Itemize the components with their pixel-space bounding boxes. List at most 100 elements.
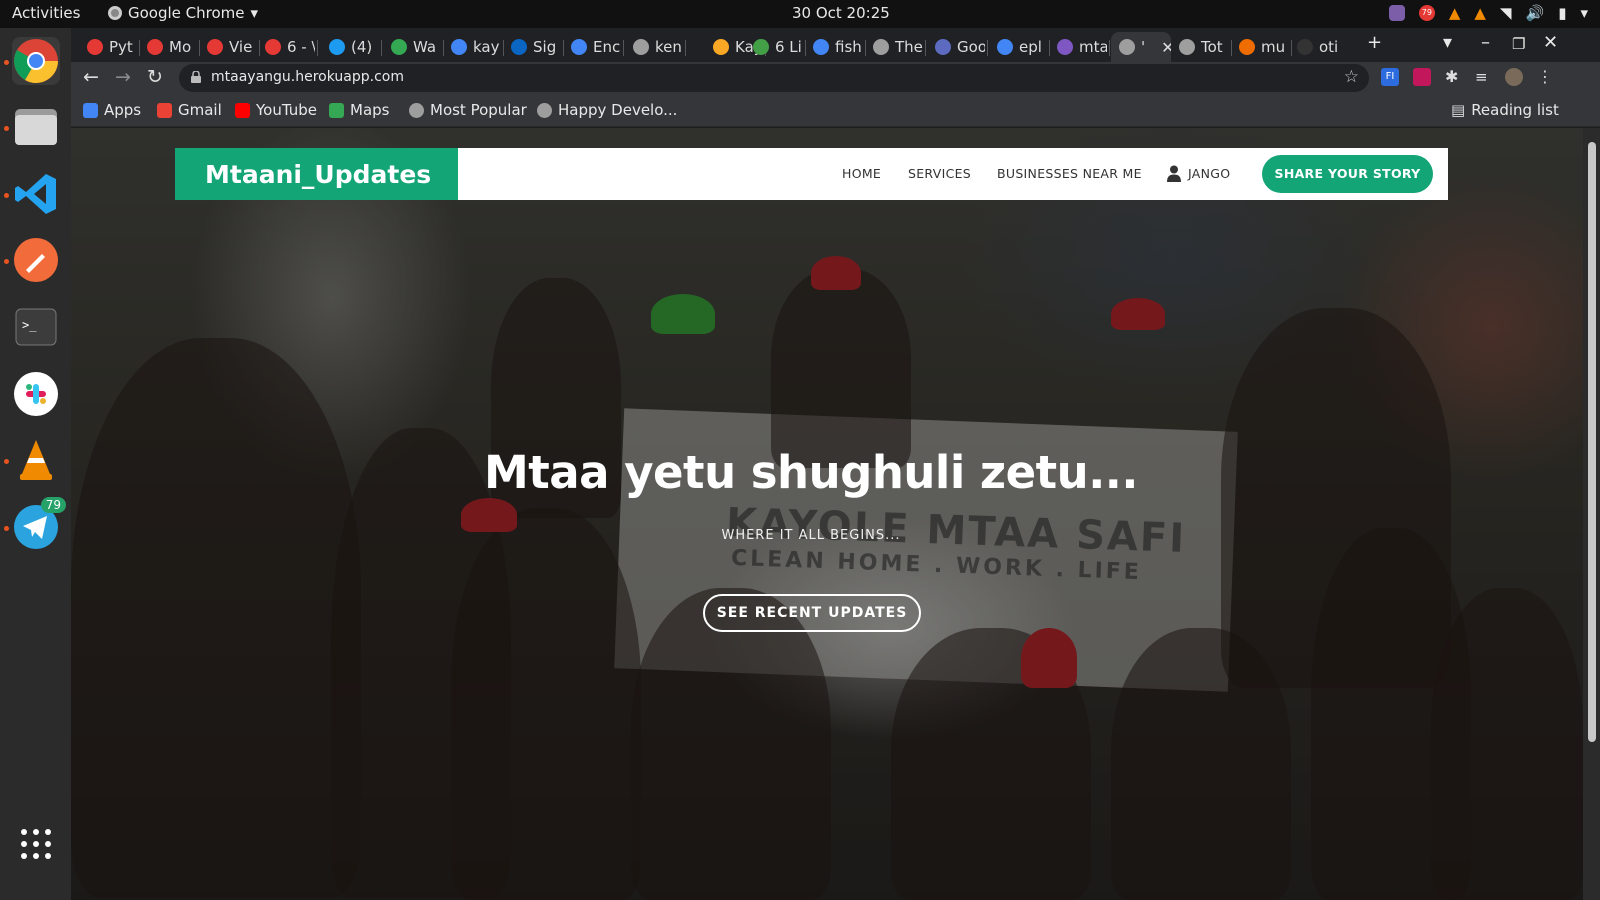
dock-telegram[interactable]: 79 <box>12 497 66 551</box>
tab-21[interactable]: oti <box>1289 32 1347 62</box>
activities-button[interactable]: Activities <box>12 4 80 22</box>
dock-slack[interactable] <box>12 370 60 418</box>
slack-tray-icon[interactable] <box>1388 5 1405 21</box>
bookmark-apps[interactable]: Apps <box>83 101 141 119</box>
bookmark-star-icon[interactable]: ☆ <box>1344 67 1359 87</box>
profile-avatar[interactable] <box>1505 68 1523 86</box>
see-recent-updates-button[interactable]: SEE RECENT UPDATES <box>703 594 921 632</box>
bookmarks-bar: Apps Gmail YouTube Maps Most Popular Happy De… <box>71 94 1600 127</box>
dock-chrome[interactable] <box>12 37 60 85</box>
tab-20[interactable]: mu <box>1231 32 1289 62</box>
tab-6[interactable]: Wa <box>383 32 441 62</box>
dock-vlc[interactable] <box>12 436 60 484</box>
tab-8[interactable]: Sig <box>503 32 561 62</box>
clock[interactable]: 30 Oct 20:25 <box>792 4 890 22</box>
bookmark-most-popular[interactable]: Most Popular <box>409 101 527 119</box>
dock-vscode[interactable] <box>12 170 60 218</box>
back-icon[interactable]: ← <box>83 66 99 88</box>
show-applications-button[interactable] <box>12 818 60 866</box>
tab-7[interactable]: kay <box>443 32 501 62</box>
tab-9[interactable]: Enc <box>563 32 621 62</box>
running-indicator <box>4 259 9 264</box>
scrollbar-thumb[interactable] <box>1588 142 1596 742</box>
nav-home[interactable]: HOME <box>842 166 881 181</box>
tab-title: The <box>895 38 923 56</box>
chrome-menu-icon[interactable]: ⋮ <box>1537 68 1555 86</box>
apps-grid-icon <box>83 102 98 118</box>
tab-2[interactable]: Mo <box>139 32 197 62</box>
tab-5[interactable]: (4) <box>321 32 379 62</box>
extensions-puzzle-icon[interactable]: ✱ <box>1445 68 1463 86</box>
bookmark-gmail[interactable]: Gmail <box>157 101 222 119</box>
tab-favicon-icon <box>87 39 103 55</box>
tab-strip: Pyt Mo Vie 6 - \ (4) Wa kay Sig Enc ken Kay 6 Li fis… <box>71 28 1600 62</box>
extension-fi-icon[interactable]: FI <box>1381 68 1399 86</box>
restore-button[interactable]: ❐ <box>1512 35 1525 53</box>
youtube-icon <box>235 102 250 118</box>
tab-favicon-icon <box>1057 39 1073 55</box>
bookmark-maps[interactable]: Maps <box>329 101 389 119</box>
tab-1[interactable]: Pyt <box>79 32 137 62</box>
battery-icon[interactable]: ▮ <box>1558 4 1566 22</box>
tab-title: Goo <box>957 38 985 56</box>
new-tab-button[interactable]: + <box>1367 32 1382 53</box>
tab-10[interactable]: ken <box>625 32 683 62</box>
tab-separator <box>987 40 988 56</box>
volume-icon[interactable]: 🔊 <box>1526 4 1545 22</box>
tab-favicon-icon <box>873 39 889 55</box>
share-your-story-button[interactable]: SHARE YOUR STORY <box>1262 155 1433 193</box>
media-control-icon[interactable]: ≡ <box>1475 68 1493 86</box>
running-indicator <box>4 526 9 531</box>
minimize-button[interactable]: – <box>1481 32 1490 53</box>
tab-3[interactable]: Vie <box>199 32 257 62</box>
tab-13[interactable]: fish <box>805 32 863 62</box>
tab-title: oti <box>1319 38 1339 56</box>
tab-4[interactable]: 6 - \ <box>257 32 315 62</box>
tab-19[interactable]: Tot <box>1171 32 1229 62</box>
nav-businesses-near-me[interactable]: BUSINESSES NEAR ME <box>997 166 1142 181</box>
vlc-tray-icon[interactable]: ▲ <box>1449 4 1461 22</box>
close-tab-icon[interactable]: ✕ <box>1161 38 1171 57</box>
dock-postman[interactable] <box>12 236 60 284</box>
nav-services[interactable]: SERVICES <box>908 166 971 181</box>
dock-terminal[interactable]: >_ <box>12 303 60 351</box>
site-brand-logo[interactable]: Mtaani_Updates <box>175 148 458 200</box>
globe-icon <box>537 102 552 118</box>
tab-16[interactable]: epl <box>989 32 1047 62</box>
tab-separator <box>623 40 624 56</box>
page-scrollbar[interactable] <box>1583 128 1600 900</box>
tab-favicon-icon <box>1119 39 1135 55</box>
bookmark-youtube[interactable]: YouTube <box>235 101 317 119</box>
tab-title: kay <box>473 38 500 56</box>
system-tray[interactable]: 79 ▲ ▲ ◥ 🔊 ▮ ▾ <box>1388 4 1588 22</box>
tab-title: mu <box>1261 38 1286 56</box>
bookmark-happy-develo[interactable]: Happy Develo... <box>537 101 677 119</box>
notification-badge-icon[interactable]: 79 <box>1418 5 1435 21</box>
tab-15[interactable]: Goo <box>927 32 985 62</box>
tab-18[interactable]: ' ✕ <box>1111 32 1171 62</box>
tab-favicon-icon <box>451 39 467 55</box>
vlc-tray-icon-2[interactable]: ▲ <box>1474 4 1486 22</box>
close-window-button[interactable]: ✕ <box>1543 32 1558 53</box>
extension-shapes-icon[interactable] <box>1413 68 1431 86</box>
address-bar[interactable]: mtaayangu.herokuapp.com ☆ <box>179 64 1369 92</box>
wifi-icon[interactable]: ◥ <box>1500 4 1512 22</box>
chevron-down-icon[interactable]: ▾ <box>1580 4 1588 22</box>
tab-title: Vie <box>229 38 253 56</box>
tab-title: Mo <box>169 38 192 56</box>
forward-icon[interactable]: → <box>115 66 131 88</box>
dock-files[interactable] <box>12 103 60 151</box>
tab-12[interactable]: 6 Li <box>745 32 803 62</box>
nav-user-jango[interactable]: JANGO <box>1188 166 1230 181</box>
app-menu[interactable]: Google Chrome ▾ <box>108 4 258 22</box>
reading-list-button[interactable]: ▤ Reading list <box>1451 101 1559 119</box>
running-indicator <box>4 459 9 464</box>
tab-14[interactable]: The <box>865 32 923 62</box>
url-text[interactable]: mtaayangu.herokuapp.com <box>211 69 404 85</box>
tab-17[interactable]: mta <box>1049 32 1107 62</box>
reload-icon[interactable]: ↻ <box>147 66 163 88</box>
reading-list-icon: ▤ <box>1451 101 1466 119</box>
tab-favicon-icon <box>1239 39 1255 55</box>
vlc-icon <box>20 440 52 480</box>
tab-search-button[interactable]: ▾ <box>1443 32 1452 53</box>
